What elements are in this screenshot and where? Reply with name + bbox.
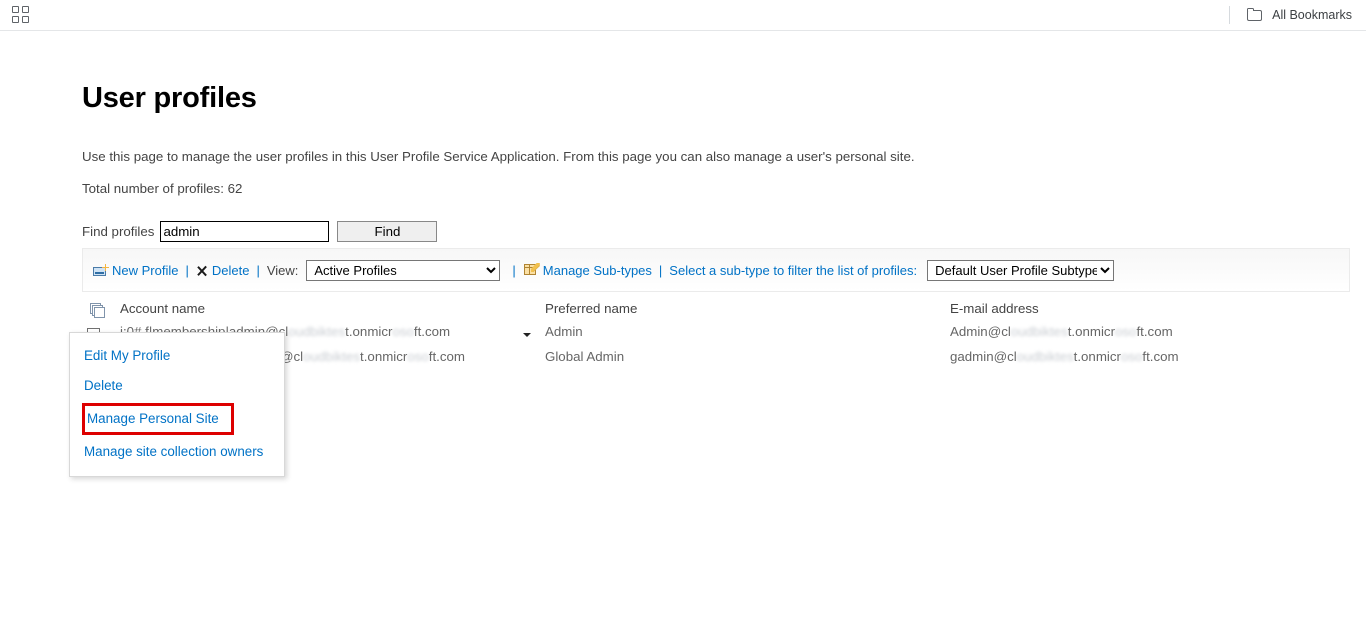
total-profiles-count: Total number of profiles: 62 bbox=[82, 181, 243, 196]
cell-preferred-name: Global Admin bbox=[545, 349, 625, 364]
account-name-end: t.onmicr bbox=[360, 349, 408, 364]
new-profile-link[interactable]: New Profile bbox=[112, 263, 178, 278]
email-visible: gadmin@cl bbox=[950, 349, 1017, 364]
cell-email-address: Admin@cloudbiktest.onmicrosoft.com bbox=[950, 324, 1173, 339]
cell-preferred-name: Admin bbox=[545, 324, 583, 339]
email-end: ft.com bbox=[1136, 324, 1173, 339]
account-name-redacted: oudbiktes bbox=[303, 349, 361, 364]
bookmarks-right-group: All Bookmarks bbox=[1229, 6, 1352, 24]
account-name-redacted-2: oso bbox=[407, 349, 429, 364]
page-description: Use this page to manage the user profile… bbox=[82, 149, 915, 164]
find-button[interactable]: Find bbox=[337, 221, 438, 242]
row-dropdown-caret[interactable] bbox=[523, 333, 531, 337]
delete-action[interactable]: Delete bbox=[196, 263, 250, 278]
table-header-row: Account name Preferred name E-mail addre… bbox=[82, 301, 1350, 323]
account-name-end-3: ft.com bbox=[428, 349, 465, 364]
toolbar-separator-3: | bbox=[512, 262, 516, 278]
cell-account-name: @cloudbiktest.onmicrosoft.com bbox=[280, 349, 465, 364]
column-header-email-address: E-mail address bbox=[950, 301, 1039, 316]
folder-icon bbox=[1247, 8, 1264, 22]
find-profiles-input[interactable] bbox=[160, 221, 330, 242]
subtype-filter-label: Select a sub-type to filter the list of … bbox=[669, 262, 918, 278]
view-label: View: bbox=[266, 262, 299, 278]
account-name-tail: t.onmicr bbox=[345, 324, 393, 339]
context-menu-item-manage-personal-site[interactable]: Manage Personal Site bbox=[82, 403, 234, 435]
profile-context-menu: Edit My Profile Delete Manage Personal S… bbox=[69, 332, 285, 477]
new-profile-icon bbox=[93, 263, 109, 277]
account-name-redacted-2: oso bbox=[392, 324, 414, 339]
view-select[interactable]: Active Profiles bbox=[306, 259, 501, 281]
manage-subtypes-link[interactable]: Manage Sub-types bbox=[543, 263, 652, 278]
subtypes-pencil-icon bbox=[523, 263, 540, 277]
context-menu-item-delete[interactable]: Delete bbox=[70, 371, 284, 401]
subtype-select[interactable]: Default User Profile Subtype bbox=[927, 259, 1115, 281]
email-redacted-2: oso bbox=[1120, 349, 1143, 364]
profiles-toolbar: New Profile | Delete | View: Active Prof… bbox=[82, 248, 1350, 292]
toolbar-separator-2: | bbox=[256, 262, 260, 278]
pages-stack-icon bbox=[90, 303, 107, 318]
email-visible: Admin@cl bbox=[950, 324, 1011, 339]
email-end: ft.com bbox=[1142, 349, 1179, 364]
new-profile-action[interactable]: New Profile bbox=[83, 263, 178, 278]
email-tail: t.onmicr bbox=[1067, 324, 1116, 339]
cell-email-address: gadmin@cloudbiktest.onmicrosoft.com bbox=[950, 349, 1179, 364]
email-tail: t.onmicr bbox=[1073, 349, 1121, 364]
email-redacted-2: oso bbox=[1115, 324, 1137, 339]
manage-subtypes-action[interactable]: Manage Sub-types bbox=[523, 263, 652, 278]
bookmarks-divider bbox=[1229, 6, 1231, 24]
find-profiles-row: Find profiles Find bbox=[82, 221, 438, 242]
delete-x-icon bbox=[196, 264, 209, 277]
apps-grid-icon[interactable] bbox=[12, 6, 30, 24]
account-name-redacted: oudbiktes bbox=[288, 324, 346, 339]
all-bookmarks-label[interactable]: All Bookmarks bbox=[1272, 8, 1352, 22]
page-content: User profiles Use this page to manage th… bbox=[0, 31, 1366, 643]
browser-bookmarks-bar: All Bookmarks bbox=[0, 0, 1366, 31]
delete-link[interactable]: Delete bbox=[212, 263, 250, 278]
context-menu-item-manage-site-collection-owners[interactable]: Manage site collection owners bbox=[70, 437, 284, 467]
email-redacted: oudbiktes bbox=[1016, 349, 1074, 364]
toolbar-separator-1: | bbox=[185, 262, 189, 278]
toolbar-separator-4: | bbox=[658, 262, 663, 278]
column-header-preferred-name: Preferred name bbox=[545, 301, 638, 316]
account-name-end: ft.com bbox=[413, 324, 451, 339]
email-redacted: oudbiktes bbox=[1010, 324, 1068, 339]
context-menu-item-edit-my-profile[interactable]: Edit My Profile bbox=[70, 341, 284, 371]
find-profiles-label: Find profiles bbox=[82, 224, 155, 239]
page-title: User profiles bbox=[82, 82, 257, 114]
column-header-account-name: Account name bbox=[120, 301, 206, 316]
